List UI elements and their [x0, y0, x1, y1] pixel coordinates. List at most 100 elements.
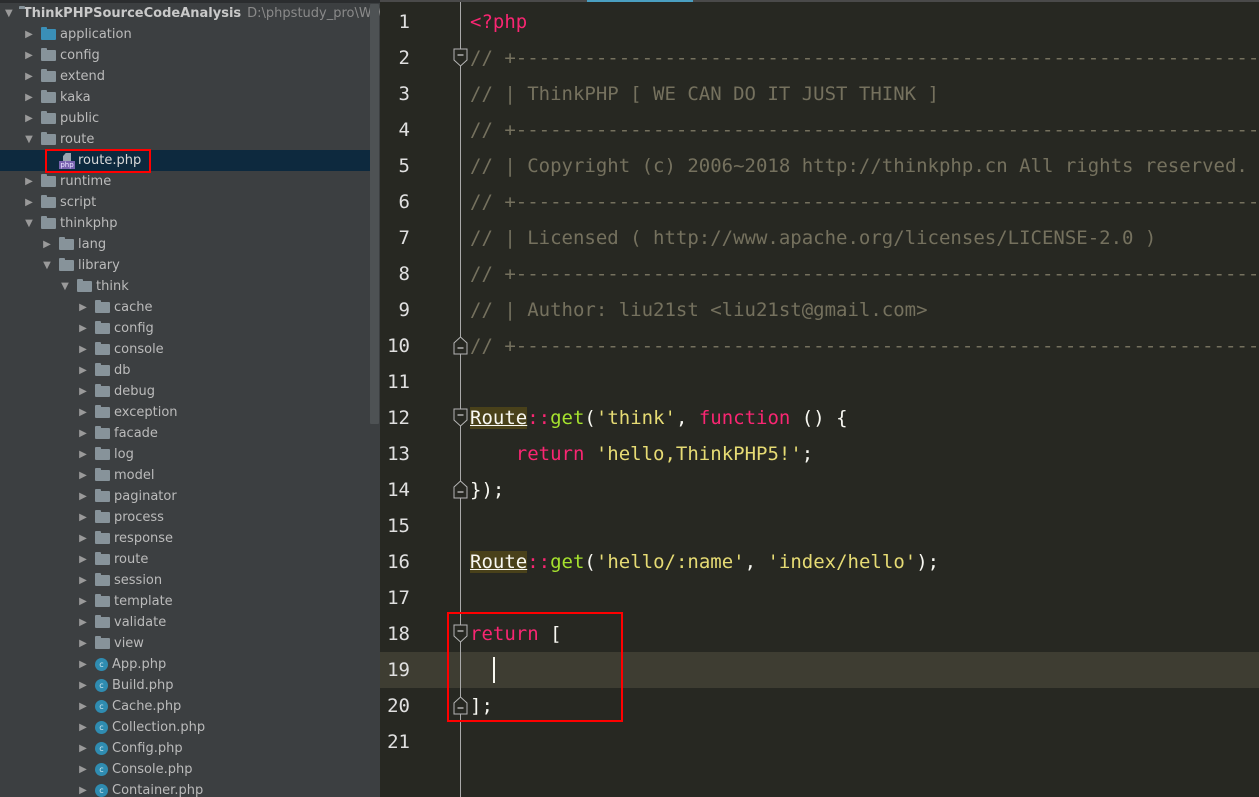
chevron-down-icon[interactable]: ▼ — [59, 276, 71, 297]
tree-item[interactable]: ▶ lang — [0, 234, 370, 255]
tree-item[interactable]: ▶ runtime — [0, 171, 370, 192]
chevron-right-icon[interactable]: ▶ — [77, 423, 89, 444]
tree-item[interactable]: ▶ c Collection.php — [0, 717, 370, 738]
chevron-right-icon[interactable]: ▶ — [77, 444, 89, 465]
chevron-right-icon[interactable]: ▶ — [77, 528, 89, 549]
code-line[interactable]: 20]; — [380, 688, 1259, 724]
fold-collapse-icon[interactable] — [453, 48, 468, 67]
fold-collapse-icon[interactable] — [453, 624, 468, 643]
tree-item[interactable]: ▶ session — [0, 570, 370, 591]
tree-item[interactable]: ▶ model — [0, 465, 370, 486]
tree-item[interactable]: ▶ process — [0, 507, 370, 528]
chevron-right-icon[interactable]: ▶ — [77, 339, 89, 360]
tree-item[interactable]: ▶ log — [0, 444, 370, 465]
code-line[interactable]: 4 // +-----------------------------------… — [380, 112, 1259, 148]
chevron-right-icon[interactable]: ▶ — [23, 24, 35, 45]
tree-item[interactable]: ▼ think — [0, 276, 370, 297]
tree-item[interactable]: ▼ library — [0, 255, 370, 276]
code-line[interactable]: 5 // | Copyright (c) 2006~2018 http://thi… — [380, 148, 1259, 184]
chevron-down-icon[interactable]: ▼ — [5, 3, 13, 24]
code-line[interactable]: 9 // | Author: liu21st <liu21st@gmail.com… — [380, 292, 1259, 328]
chevron-right-icon[interactable]: ▶ — [23, 171, 35, 192]
chevron-right-icon[interactable]: ▶ — [77, 297, 89, 318]
fold-collapse-icon[interactable] — [453, 408, 468, 427]
chevron-right-icon[interactable]: ▶ — [77, 654, 89, 675]
tree-item[interactable]: ▶ config — [0, 318, 370, 339]
chevron-right-icon[interactable]: ▶ — [23, 87, 35, 108]
tree-item[interactable]: ▶ c Config.php — [0, 738, 370, 759]
chevron-right-icon[interactable]: ▶ — [77, 780, 89, 797]
chevron-right-icon[interactable]: ▶ — [77, 675, 89, 696]
chevron-right-icon[interactable]: ▶ — [77, 402, 89, 423]
chevron-right-icon[interactable]: ▶ — [77, 465, 89, 486]
tree-item[interactable]: ▶ debug — [0, 381, 370, 402]
chevron-down-icon[interactable]: ▼ — [23, 129, 35, 150]
chevron-right-icon[interactable]: ▶ — [77, 696, 89, 717]
code-line[interactable]: 13 return 'hello,ThinkPHP5!'; — [380, 436, 1259, 472]
code-line[interactable]: 16 Route::get('hello/:name', 'index/hello… — [380, 544, 1259, 580]
code-line[interactable]: 14}); — [380, 472, 1259, 508]
code-line[interactable]: 19 — [380, 652, 1259, 688]
code-line[interactable]: 2 // +-----------------------------------… — [380, 40, 1259, 76]
chevron-right-icon[interactable]: ▶ — [23, 45, 35, 66]
tree-item[interactable]: ▶ kaka — [0, 87, 370, 108]
code-line[interactable]: 18 return [ — [380, 616, 1259, 652]
code-line[interactable]: 10 // +----------------------------------… — [380, 328, 1259, 364]
chevron-right-icon[interactable]: ▶ — [77, 507, 89, 528]
code-line[interactable]: 17 — [380, 580, 1259, 616]
code-line[interactable]: 12 Route::get('think', function () { — [380, 400, 1259, 436]
chevron-down-icon[interactable]: ▼ — [41, 255, 53, 276]
tree-item[interactable]: ▶ c Container.php — [0, 780, 370, 797]
tree-item[interactable]: ▶ c Build.php — [0, 675, 370, 696]
chevron-right-icon[interactable]: ▶ — [77, 633, 89, 654]
tree-item[interactable]: ▼ route — [0, 129, 370, 150]
tree-item[interactable]: ▶ console — [0, 339, 370, 360]
tree-item[interactable]: ▶ view — [0, 633, 370, 654]
chevron-right-icon[interactable]: ▶ — [77, 360, 89, 381]
tree-root[interactable]: ▼ ThinkPHPSourceCodeAnalysis D:\phpstudy… — [0, 3, 380, 24]
chevron-right-icon[interactable]: ▶ — [77, 549, 89, 570]
tree-item[interactable]: ▶ c App.php — [0, 654, 370, 675]
chevron-right-icon[interactable]: ▶ — [77, 738, 89, 759]
tree-item[interactable]: ▶ c Cache.php — [0, 696, 370, 717]
tree-item[interactable]: ▶ config — [0, 45, 370, 66]
code-line[interactable]: 1 <?php — [380, 4, 1259, 40]
tree-item[interactable]: ▶ public — [0, 108, 370, 129]
code-line[interactable]: 21 — [380, 724, 1259, 760]
chevron-right-icon[interactable]: ▶ — [77, 717, 89, 738]
fold-end-icon[interactable] — [453, 696, 468, 715]
code-line[interactable]: 6 // +-----------------------------------… — [380, 184, 1259, 220]
chevron-right-icon[interactable]: ▶ — [77, 381, 89, 402]
chevron-right-icon[interactable]: ▶ — [77, 591, 89, 612]
chevron-right-icon[interactable]: ▶ — [77, 318, 89, 339]
code-line[interactable]: 8 // +-----------------------------------… — [380, 256, 1259, 292]
tree-item[interactable]: ▶ exception — [0, 402, 370, 423]
chevron-right-icon[interactable]: ▶ — [23, 192, 35, 213]
code-line[interactable]: 15 — [380, 508, 1259, 544]
chevron-right-icon[interactable]: ▶ — [41, 234, 53, 255]
tree-item[interactable]: ▶ route — [0, 549, 370, 570]
tree-item[interactable]: ▶ paginator — [0, 486, 370, 507]
chevron-right-icon[interactable]: ▶ — [77, 486, 89, 507]
code-editor[interactable]: 1 <?php 2 // +-----------------------------… — [380, 0, 1259, 797]
tree-item[interactable]: ▶ validate — [0, 612, 370, 633]
chevron-right-icon[interactable]: ▶ — [77, 759, 89, 780]
fold-end-icon[interactable] — [453, 336, 468, 355]
tree-item[interactable]: ▶ db — [0, 360, 370, 381]
tree-item[interactable]: ▶ facade — [0, 423, 370, 444]
tree-item[interactable]: ▶ cache — [0, 297, 370, 318]
code-line[interactable]: 7 // | Licensed ( http://www.apache.org/l… — [380, 220, 1259, 256]
tree-item[interactable]: ▶ application — [0, 24, 370, 45]
chevron-right-icon[interactable]: ▶ — [77, 612, 89, 633]
tree-item[interactable]: ▶ script — [0, 192, 370, 213]
tree-item[interactable]: ▼ thinkphp — [0, 213, 370, 234]
chevron-right-icon[interactable]: ▶ — [23, 66, 35, 87]
tree-item[interactable]: php route.php — [0, 150, 370, 171]
chevron-right-icon[interactable]: ▶ — [23, 108, 35, 129]
code-line[interactable]: 11 — [380, 364, 1259, 400]
tree-item[interactable]: ▶ response — [0, 528, 370, 549]
chevron-down-icon[interactable]: ▼ — [23, 213, 35, 234]
code-line[interactable]: 3 // | ThinkPHP [ WE CAN DO IT JUST THINK… — [380, 76, 1259, 112]
fold-end-icon[interactable] — [453, 480, 468, 499]
tree-item[interactable]: ▶ extend — [0, 66, 370, 87]
